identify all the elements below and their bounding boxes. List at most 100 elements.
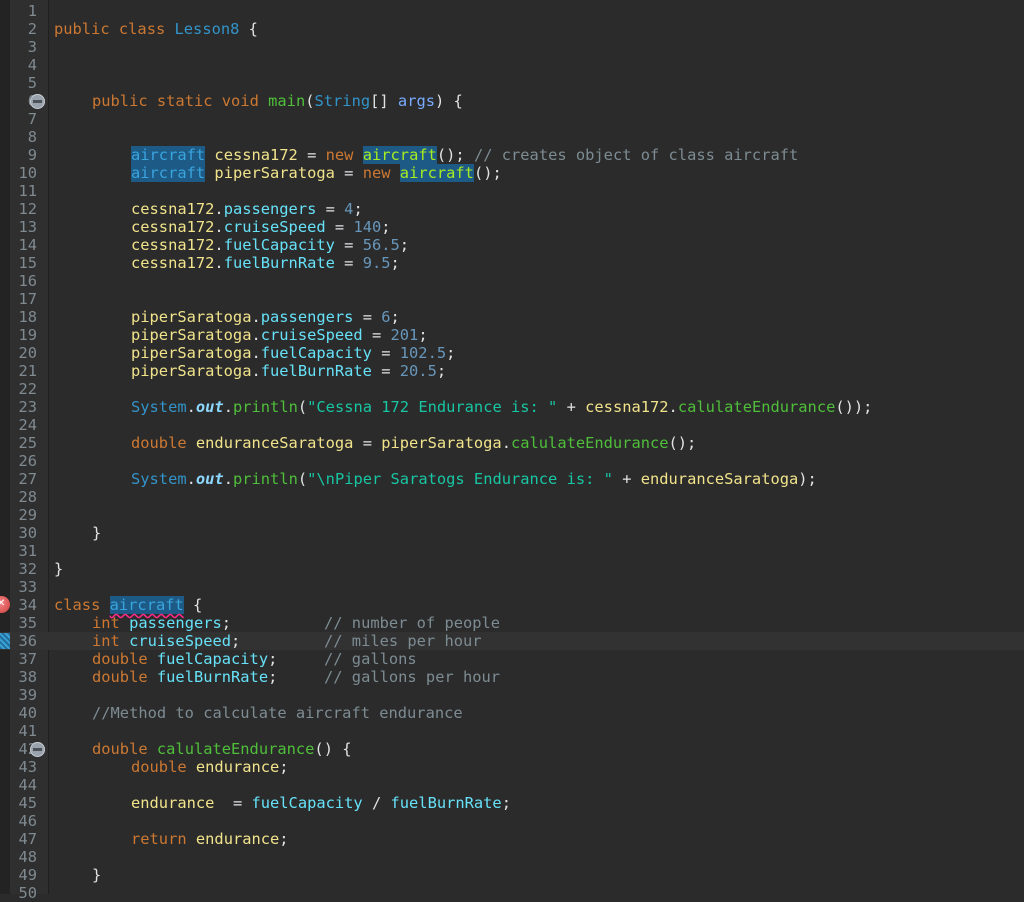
code-editor[interactable]: 12public class Lesson8 {3456public stati… <box>0 0 1024 902</box>
code-line[interactable]: 11 <box>0 182 1024 200</box>
line-number: 39 <box>18 686 37 704</box>
line-number: 3 <box>27 38 37 56</box>
code-text: //Method to calculate aircraft endurance <box>92 704 463 722</box>
code-line[interactable]: 43 double endurance; <box>0 758 1024 776</box>
error-icon[interactable] <box>0 595 10 613</box>
fold-collapse-icon[interactable] <box>30 94 45 109</box>
line-number: 5 <box>27 74 37 92</box>
code-line[interactable]: 46 <box>0 812 1024 830</box>
code-line[interactable]: 25 double enduranceSaratoga = piperSarato… <box>0 434 1024 452</box>
code-line[interactable]: 38 double fuelBurnRate; // gallons per hou… <box>0 668 1024 686</box>
code-token: piperSaratoga <box>131 344 252 362</box>
code-line[interactable]: 18 piperSaratoga.passengers = 6; <box>0 308 1024 326</box>
code-text: cessna172.passengers = 4; <box>131 200 363 218</box>
code-comment: // gallons per hour <box>324 668 501 686</box>
code-token: new <box>362 164 391 182</box>
code-line[interactable]: 14 cessna172.fuelCapacity = 56.5; <box>0 236 1024 254</box>
code-line[interactable]: 47 return endurance; <box>0 830 1024 848</box>
line-number: 25 <box>18 434 37 452</box>
code-line[interactable]: 5 <box>0 74 1024 92</box>
code-line[interactable]: 29 <box>0 506 1024 524</box>
code-line[interactable]: 12 cessna172.passengers = 4; <box>0 200 1024 218</box>
code-line[interactable]: 20 piperSaratoga.fuelCapacity = 102.5; <box>0 344 1024 362</box>
code-line[interactable]: 7 <box>0 110 1024 128</box>
code-line[interactable]: 50 <box>0 884 1024 902</box>
code-line[interactable]: 24 <box>0 416 1024 434</box>
code-line[interactable]: 27 System.out.println("\nPiper Saratogs E… <box>0 470 1024 488</box>
code-line[interactable]: 44 <box>0 776 1024 794</box>
code-token: = <box>325 218 354 236</box>
code-line[interactable]: 4 <box>0 56 1024 74</box>
code-line[interactable]: 2 public class Lesson8 { <box>0 20 1024 38</box>
code-line[interactable]: 10 aircraft piperSaratoga = new aircraft(… <box>0 164 1024 182</box>
code-token: fuelBurnRate <box>223 254 335 272</box>
code-line[interactable]: 42 double calulateEndurance() { <box>0 740 1024 758</box>
code-line[interactable]: 31 <box>0 542 1024 560</box>
code-line[interactable]: 19 piperSaratoga.cruiseSpeed = 201; <box>0 326 1024 344</box>
code-token: ( <box>305 92 315 110</box>
code-line[interactable]: 39 <box>0 686 1024 704</box>
code-token: fuelBurnRate <box>260 362 372 380</box>
code-line[interactable]: 21 piperSaratoga.fuelBurnRate = 20.5; <box>0 362 1024 380</box>
code-line[interactable]: 33 <box>0 578 1024 596</box>
code-line[interactable]: 8 <box>0 128 1024 146</box>
code-token: cessna172 <box>131 236 215 254</box>
line-number: 27 <box>18 470 37 488</box>
code-token: ; <box>279 830 289 848</box>
line-number: 7 <box>27 110 37 128</box>
code-line[interactable]: 16 <box>0 272 1024 290</box>
code-line[interactable]: 6public static void main(String[] args) … <box>0 92 1024 110</box>
code-text: } <box>92 524 101 542</box>
code-line[interactable]: 34 class aircraft { <box>0 595 1024 614</box>
code-token: println <box>232 470 298 488</box>
code-line[interactable]: 37 double fuelCapacity; // gallons <box>0 650 1024 668</box>
line-number: 32 <box>18 560 37 578</box>
code-line[interactable]: 49} <box>0 866 1024 884</box>
code-line[interactable]: 36 int cruiseSpeed; // miles per hour <box>0 632 1024 650</box>
code-token: . <box>214 236 224 254</box>
code-token: . <box>214 218 224 236</box>
code-token: . <box>668 398 678 416</box>
fold-collapse-icon[interactable] <box>30 742 45 757</box>
code-line[interactable]: 26 <box>0 452 1024 470</box>
code-line[interactable]: 41 <box>0 722 1024 740</box>
line-number: 17 <box>18 290 37 308</box>
occurrence-marker-icon[interactable] <box>0 633 10 649</box>
code-line[interactable]: 32} <box>0 560 1024 578</box>
code-token: public <box>92 92 148 110</box>
line-number: 41 <box>18 722 37 740</box>
code-line[interactable]: 17 <box>0 290 1024 308</box>
code-token: cruiseSpeed <box>223 218 326 236</box>
line-number: 19 <box>18 326 37 344</box>
code-token: println <box>232 398 298 416</box>
code-line[interactable]: 15 cessna172.fuelBurnRate = 9.5; <box>0 254 1024 272</box>
code-token: fuelCapacity <box>251 794 363 812</box>
code-text: int passengers; // number of people <box>92 614 500 632</box>
code-line[interactable]: 23 System.out.println("Cessna 172 Enduran… <box>0 398 1024 416</box>
code-token: void <box>221 92 259 110</box>
code-text: aircraft piperSaratoga = new aircraft(); <box>131 164 502 182</box>
code-line[interactable]: 13 cessna172.cruiseSpeed = 140; <box>0 218 1024 236</box>
code-line[interactable]: 35 int passengers; // number of people <box>0 614 1024 632</box>
code-token: aircraft <box>131 146 206 164</box>
code-line[interactable]: 28 <box>0 488 1024 506</box>
code-token: ; <box>268 668 278 686</box>
code-line[interactable]: 40 //Method to calculate aircraft enduran… <box>0 704 1024 722</box>
code-line[interactable]: 22 <box>0 380 1024 398</box>
code-token: fuelBurnRate <box>156 668 269 686</box>
code-line[interactable]: 9 aircraft cessna172 = new aircraft(); //… <box>0 146 1024 164</box>
code-line[interactable]: 3 <box>0 38 1024 56</box>
code-token: 140 <box>353 218 382 236</box>
code-token: ) { <box>435 92 463 110</box>
code-token: / <box>362 794 391 812</box>
code-line[interactable]: 30} <box>0 524 1024 542</box>
code-token: + <box>612 470 641 488</box>
code-line[interactable]: 1 <box>0 2 1024 20</box>
code-token: cessna172 <box>131 200 215 218</box>
code-line[interactable]: 48 <box>0 848 1024 866</box>
code-line[interactable]: 45 endurance = fuelCapacity / fuelBurnRat… <box>0 794 1024 812</box>
